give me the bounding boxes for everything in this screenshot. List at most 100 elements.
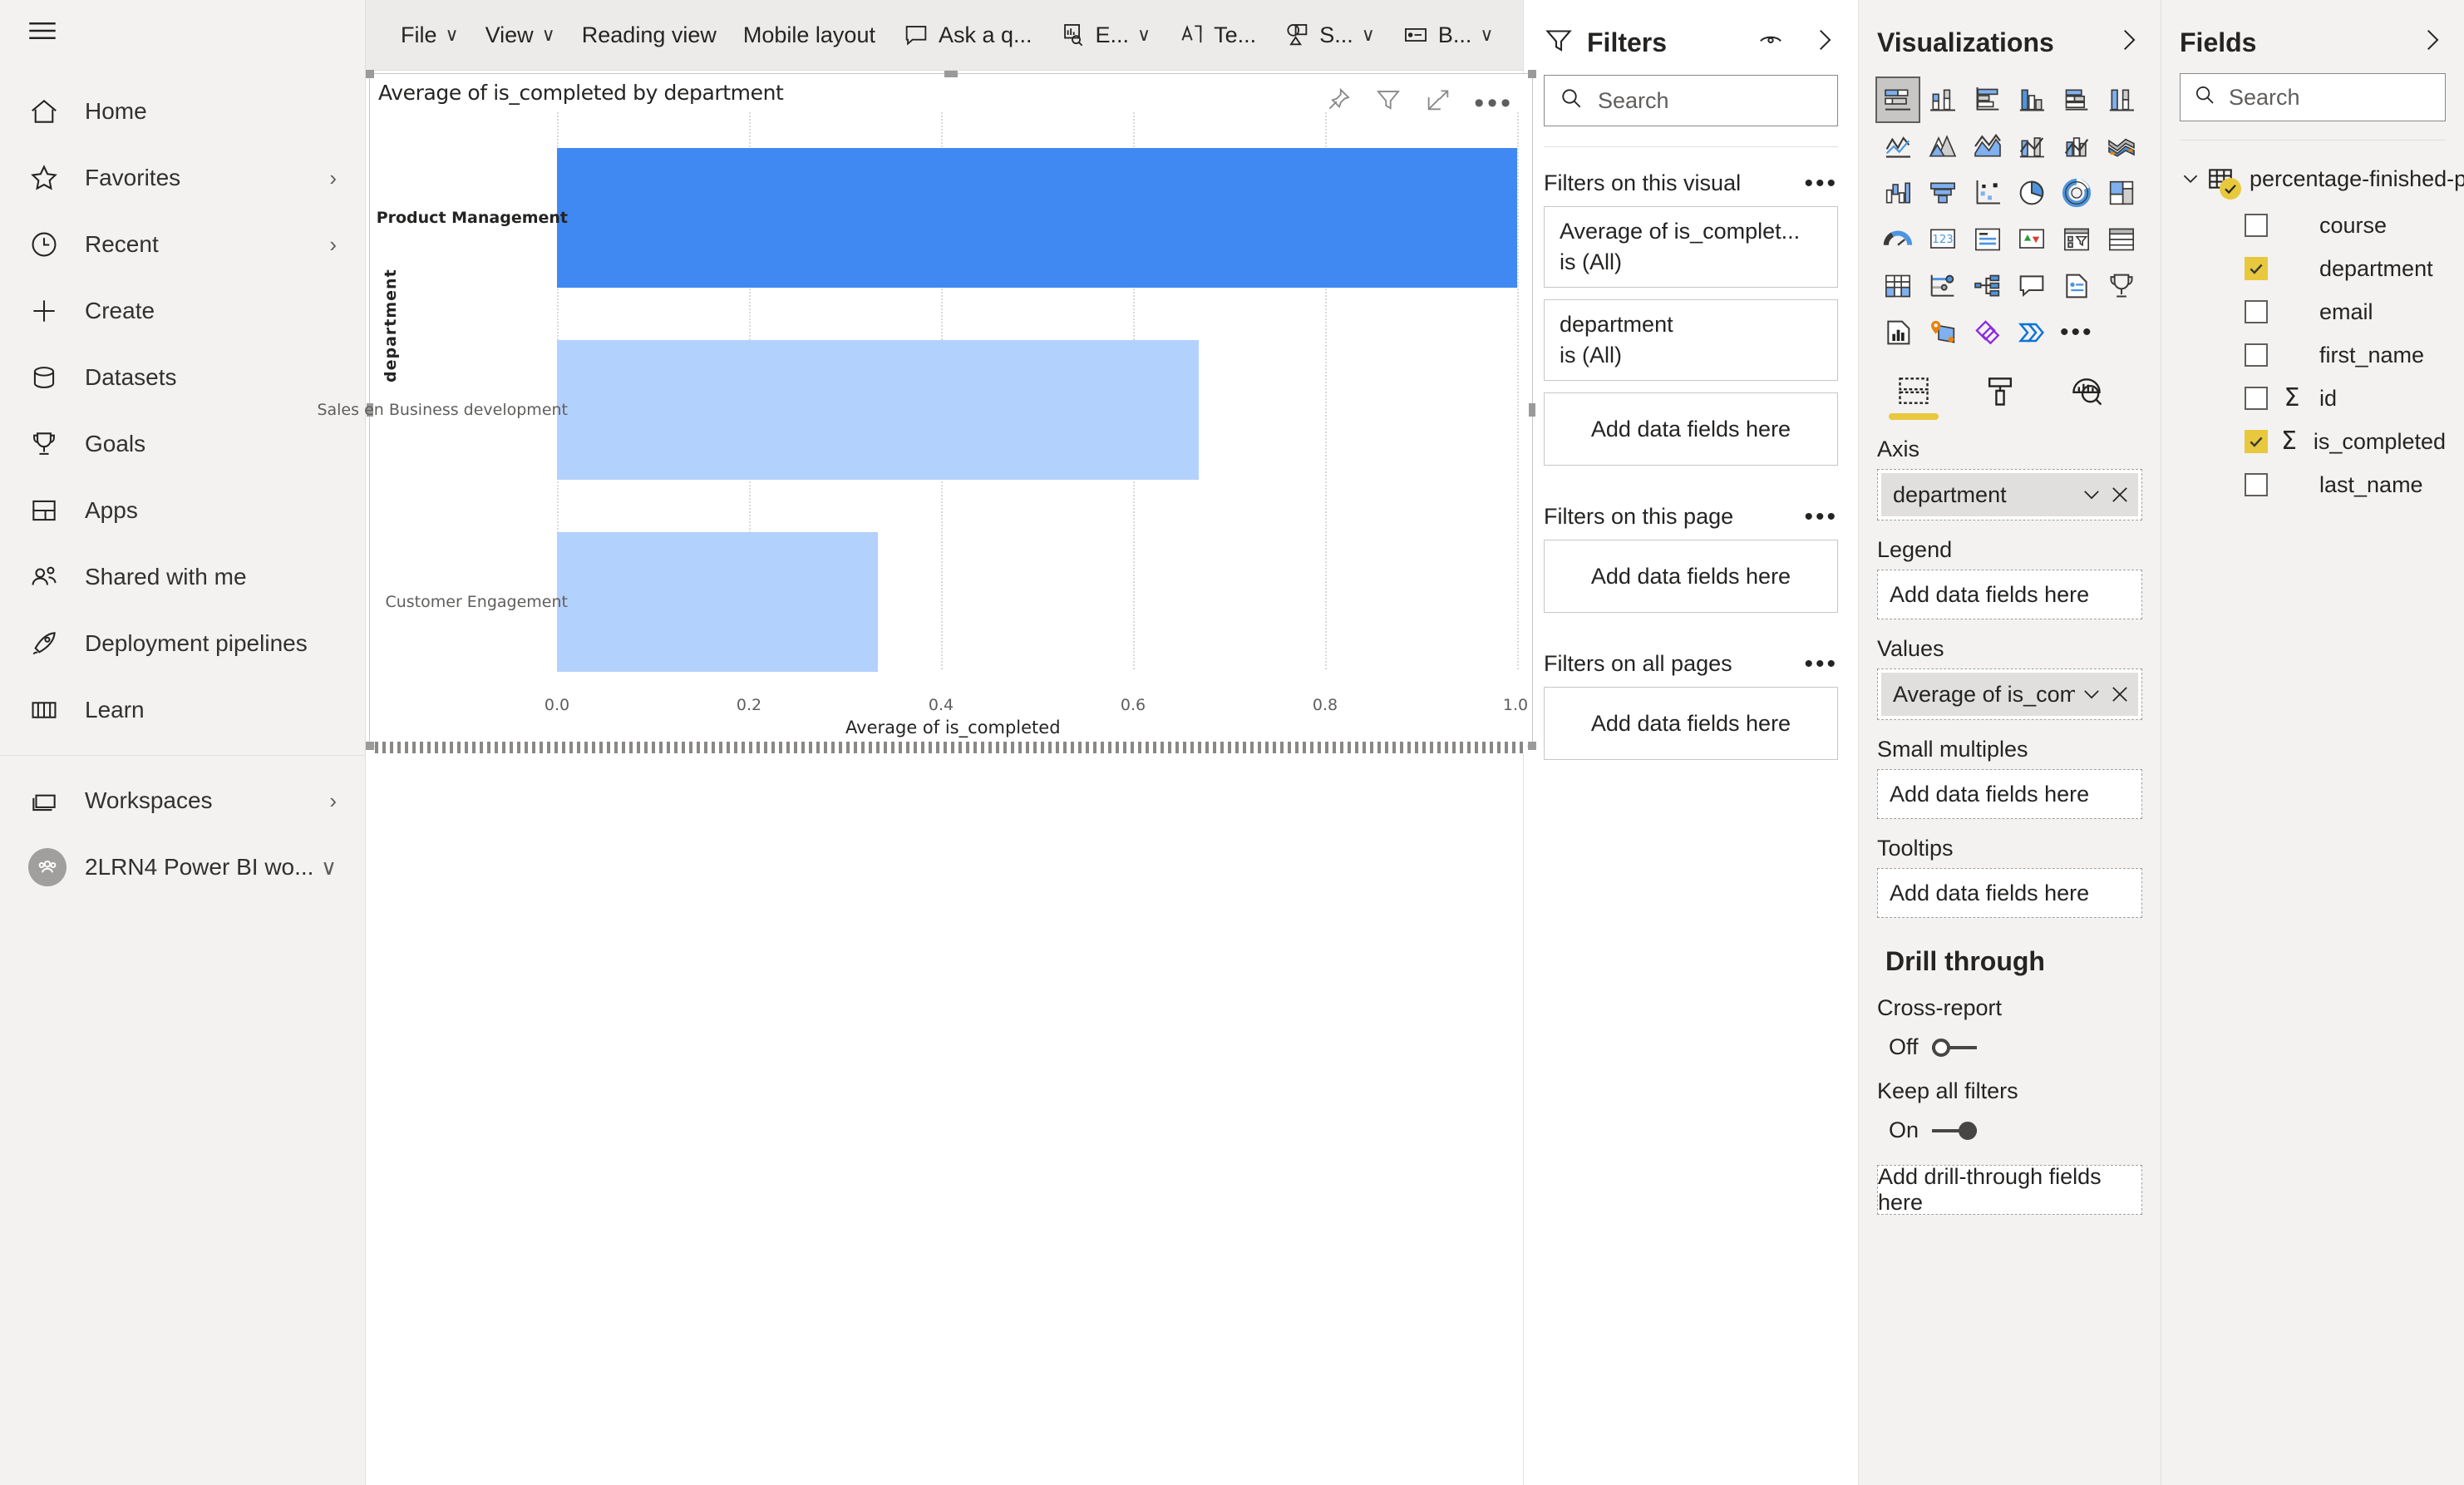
- viz-line-chart-icon[interactable]: [1877, 125, 1919, 168]
- viz-table-icon[interactable]: [2101, 218, 2142, 261]
- viz-clustered-bar-chart-icon[interactable]: [1967, 78, 2008, 121]
- bar-customer-engagement[interactable]: [557, 532, 878, 672]
- viz-line-clustered-column-chart-icon[interactable]: [2056, 125, 2097, 168]
- chevron-down-icon[interactable]: [2080, 683, 2103, 706]
- tab-format[interactable]: [1975, 372, 2025, 420]
- remove-field-icon[interactable]: [2108, 483, 2131, 506]
- sidebar-item-datasets[interactable]: Datasets: [0, 344, 365, 411]
- section-more-options-icon[interactable]: •••: [1804, 651, 1838, 676]
- viz-smart-narrative-icon[interactable]: [2056, 264, 2097, 308]
- section-more-options-icon[interactable]: •••: [1804, 504, 1838, 529]
- tab-fields[interactable]: [1889, 372, 1939, 420]
- section-more-options-icon[interactable]: •••: [1804, 170, 1838, 195]
- viz-more-visuals-icon[interactable]: •••: [2056, 311, 2097, 354]
- field-checkbox[interactable]: [2245, 387, 2268, 410]
- cross-report-toggle[interactable]: [1931, 1038, 1977, 1057]
- tab-analytics[interactable]: [2062, 372, 2112, 420]
- viz-stacked-column-chart-icon[interactable]: [1922, 78, 1964, 121]
- filter-card-average-is-completed[interactable]: Average of is_complet... is (All): [1544, 206, 1838, 288]
- sidebar-item-create[interactable]: Create: [0, 278, 365, 344]
- field-chip-average-is-completed[interactable]: Average of is_completed: [1881, 673, 2138, 716]
- viz-matrix-icon[interactable]: [1877, 264, 1919, 308]
- viz-slicer-icon[interactable]: [2056, 218, 2097, 261]
- viz-scatter-chart-icon[interactable]: [1967, 171, 2008, 215]
- filters-search-box[interactable]: [1544, 75, 1838, 126]
- sidebar-item-deployment-pipelines[interactable]: Deployment pipelines: [0, 610, 365, 677]
- bar-chart-visual[interactable]: Average of is_completed by department ••…: [317, 70, 1536, 753]
- viz-pie-chart-icon[interactable]: [2011, 171, 2053, 215]
- field-checkbox[interactable]: [2245, 300, 2268, 323]
- field-checkbox[interactable]: [2245, 257, 2268, 280]
- viz-ribbon-chart-icon[interactable]: [2101, 125, 2142, 168]
- field-chip-department[interactable]: department: [1881, 473, 2138, 516]
- remove-field-icon[interactable]: [2108, 683, 2131, 706]
- sidebar-item-home[interactable]: Home: [0, 78, 365, 145]
- well-values[interactable]: Average of is_completed: [1877, 668, 2142, 720]
- filters-search-input[interactable]: [1598, 87, 1824, 114]
- fields-search-box[interactable]: [2180, 73, 2446, 121]
- well-small-multiples[interactable]: Add data fields here: [1877, 769, 2142, 819]
- viz-multi-row-card-icon[interactable]: [1967, 218, 2008, 261]
- viz-treemap-icon[interactable]: [2101, 171, 2142, 215]
- viz-stacked-bar-chart-icon[interactable]: [1875, 76, 1920, 123]
- resize-handle-top-left[interactable]: [366, 70, 374, 78]
- field-checkbox[interactable]: [2245, 473, 2268, 496]
- well-axis[interactable]: department: [1877, 469, 2142, 520]
- viz-power-apps-icon[interactable]: [1967, 311, 2008, 354]
- filter-dropzone-visual[interactable]: Add data fields here: [1544, 392, 1838, 466]
- viz-waterfall-chart-icon[interactable]: [1877, 171, 1919, 215]
- chevron-right-icon[interactable]: [1810, 26, 1838, 60]
- eye-icon[interactable]: [1757, 26, 1785, 60]
- sidebar-item-apps[interactable]: Apps: [0, 477, 365, 544]
- cross-report-toggle-row[interactable]: Off: [1877, 1034, 2142, 1060]
- hamburger-menu-button[interactable]: [0, 0, 365, 67]
- toolbar-file-menu[interactable]: File ∨: [387, 0, 472, 70]
- resize-handle-top-right[interactable]: [1528, 70, 1536, 78]
- field-row-last-name[interactable]: last_name: [2180, 465, 2446, 505]
- viz-line-stacked-column-chart-icon[interactable]: [2011, 125, 2053, 168]
- toolbar-reading-view-button[interactable]: Reading view: [569, 0, 730, 70]
- toolbar-mobile-layout-button[interactable]: Mobile layout: [730, 0, 889, 70]
- viz-map-icon[interactable]: [1922, 311, 1964, 354]
- toolbar-text-box-button[interactable]: Te...: [1164, 0, 1269, 70]
- sidebar-item-favorites[interactable]: Favorites ›: [0, 145, 365, 211]
- viz-r-visual-icon[interactable]: [1877, 311, 1919, 354]
- field-row-first-name[interactable]: first_name: [2180, 335, 2446, 375]
- filter-dropzone-all-pages[interactable]: Add data fields here: [1544, 687, 1838, 760]
- field-checkbox[interactable]: [2245, 214, 2268, 237]
- chevron-right-icon[interactable]: [2114, 26, 2142, 60]
- sidebar-item-current-workspace[interactable]: 2LRN4 Power BI wo... ∨: [0, 834, 365, 900]
- well-legend[interactable]: Add data fields here: [1877, 570, 2142, 619]
- filter-dropzone-page[interactable]: Add data fields here: [1544, 540, 1838, 613]
- viz-funnel-chart-icon[interactable]: [1922, 171, 1964, 215]
- sidebar-item-goals[interactable]: Goals: [0, 411, 365, 477]
- viz-gauge-icon[interactable]: [1877, 218, 1919, 261]
- field-row-course[interactable]: course: [2180, 205, 2446, 245]
- viz-q-and-a-icon[interactable]: [2011, 264, 2053, 308]
- viz-100-stacked-bar-chart-icon[interactable]: [2056, 78, 2097, 121]
- fields-search-input[interactable]: [2229, 84, 2433, 111]
- viz-kpi-icon[interactable]: [2011, 218, 2053, 261]
- viz-area-chart-icon[interactable]: [1922, 125, 1964, 168]
- sidebar-item-learn[interactable]: Learn: [0, 677, 365, 743]
- keep-all-filters-toggle[interactable]: [1932, 1121, 1978, 1140]
- chevron-down-icon[interactable]: [2080, 483, 2103, 506]
- resize-handle-top[interactable]: [944, 71, 958, 77]
- toolbar-view-menu[interactable]: View ∨: [472, 0, 569, 70]
- sidebar-item-recent[interactable]: Recent ›: [0, 211, 365, 278]
- toolbar-buttons-menu[interactable]: B... ∨: [1388, 0, 1507, 70]
- viz-clustered-column-chart-icon[interactable]: [2011, 78, 2053, 121]
- toolbar-visual-interactions-menu[interactable]: Visual int... ∨: [1506, 0, 1523, 70]
- well-drill-through[interactable]: Add drill-through fields here: [1877, 1164, 2142, 1215]
- viz-key-influencers-icon[interactable]: [1967, 264, 2008, 308]
- viz-stacked-area-chart-icon[interactable]: [1967, 125, 2008, 168]
- field-checkbox[interactable]: [2245, 343, 2268, 367]
- fields-table-percentage-finished[interactable]: percentage-finished-pe...: [2180, 155, 2464, 202]
- viz-100-stacked-column-chart-icon[interactable]: [2101, 78, 2142, 121]
- sidebar-item-shared-with-me[interactable]: Shared with me: [0, 544, 365, 610]
- toolbar-explore-menu[interactable]: E... ∨: [1046, 0, 1165, 70]
- bar-product-management[interactable]: [557, 148, 1517, 288]
- field-row-is-completed[interactable]: Σ is_completed: [2180, 422, 2446, 461]
- toolbar-shapes-menu[interactable]: S... ∨: [1269, 0, 1388, 70]
- chevron-down-icon[interactable]: [2180, 168, 2201, 190]
